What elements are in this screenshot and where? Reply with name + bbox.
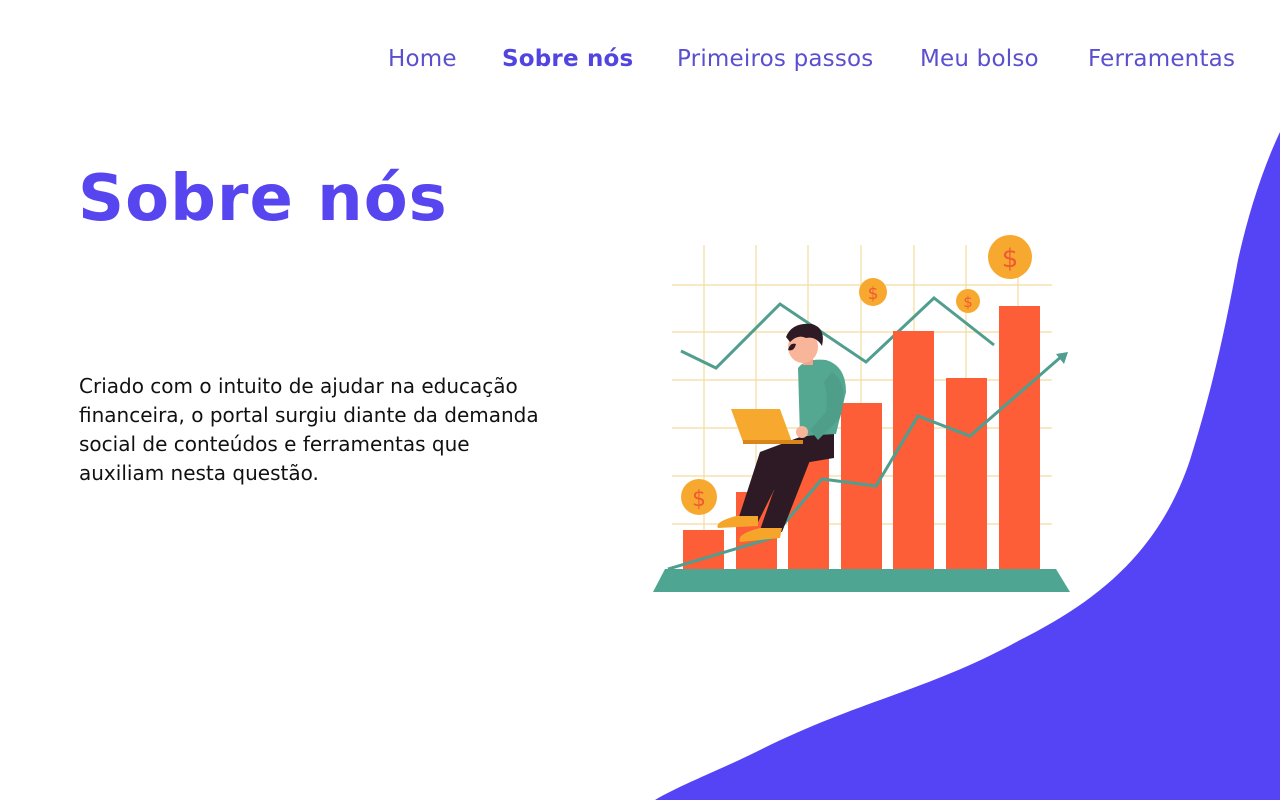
nav-link-primeiros-passos[interactable]: Primeiros passos <box>677 46 874 72</box>
svg-text:$: $ <box>692 487 706 512</box>
coin-icon: $ <box>956 289 980 313</box>
trend-line-upper <box>680 296 995 370</box>
coin-icon: $ <box>681 479 717 515</box>
svg-text:$: $ <box>963 293 973 311</box>
coin-icon: $ <box>859 278 887 306</box>
chart-base-platform <box>653 569 1070 592</box>
nav-link-sobre-nos[interactable]: Sobre nós <box>502 46 633 72</box>
page-title: Sobre nós <box>78 162 448 236</box>
nav-link-home[interactable]: Home <box>388 46 457 72</box>
svg-text:$: $ <box>1002 244 1019 274</box>
top-navigation: Home Sobre nós Primeiros passos Meu bols… <box>0 46 1280 86</box>
intro-paragraph: Criado com o intuito de ajudar na educaç… <box>79 374 539 485</box>
coin-icon: $ <box>988 235 1032 279</box>
svg-text:$: $ <box>868 284 879 304</box>
nav-link-meu-bolso[interactable]: Meu bolso <box>920 46 1039 72</box>
financial-growth-illustration: $ $ $ $ <box>653 235 1070 592</box>
nav-link-ferramentas[interactable]: Ferramentas <box>1088 46 1235 72</box>
